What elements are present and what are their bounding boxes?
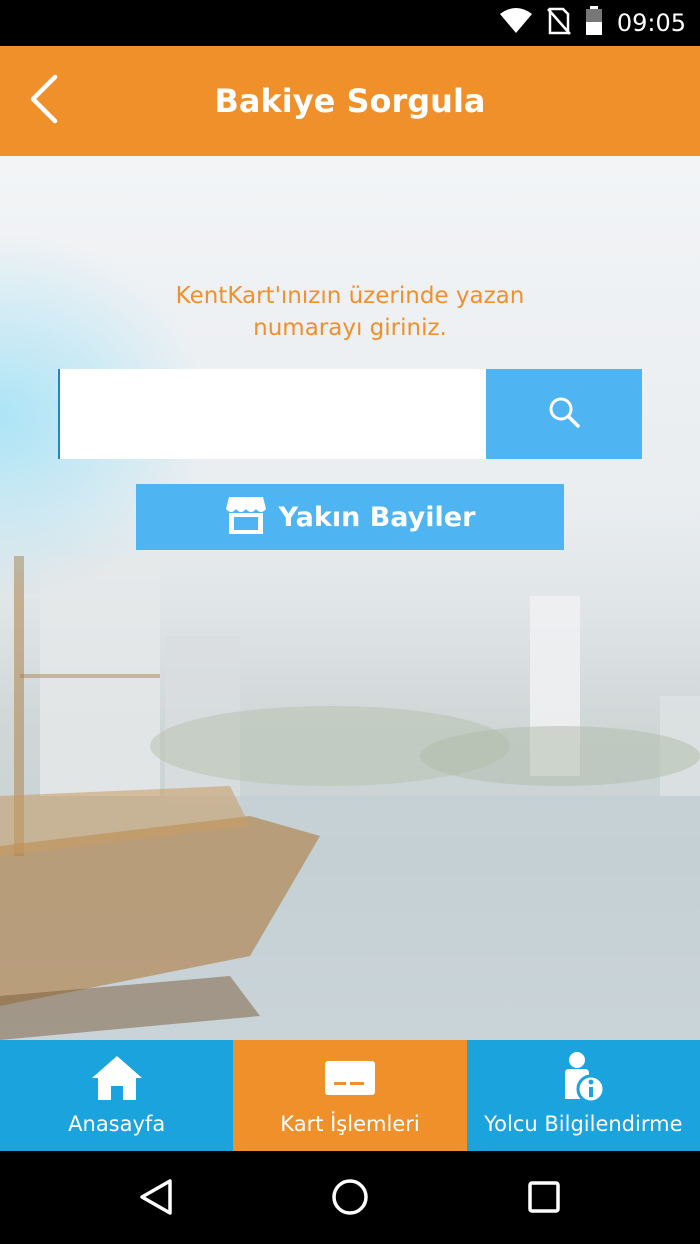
prompt-line-1: KentKart'ınızın üzerinde yazan (175, 283, 525, 309)
nav-label-card-operations: Kart İşlemleri (280, 1112, 420, 1136)
search-button[interactable] (486, 369, 642, 459)
system-home-button[interactable] (325, 1174, 375, 1224)
prompt-line-2: numarayı giriniz. (253, 315, 447, 341)
status-icons: 09:05 (499, 0, 686, 46)
battery-icon (585, 5, 603, 41)
system-navigation-bar (0, 1151, 700, 1244)
passenger-info-icon (467, 1052, 700, 1104)
nearby-dealers-label: Yakın Bayiler (278, 501, 476, 533)
main-content: KentKart'ınızın üzerinde yazan numarayı … (0, 156, 700, 1040)
search-icon (547, 395, 581, 434)
card-number-input[interactable] (58, 369, 486, 459)
wifi-icon (499, 7, 533, 39)
nav-label-home: Anasayfa (68, 1112, 166, 1136)
home-circle-icon (330, 1177, 370, 1222)
system-recents-button[interactable] (519, 1174, 569, 1224)
nearby-dealers-button[interactable]: Yakın Bayiler (136, 484, 564, 550)
bottom-navigation: Anasayfa Kart İşlemleri Yolcu Bilgilendi… (0, 1040, 700, 1151)
nav-item-passenger-info[interactable]: Yolcu Bilgilendirme (466, 1040, 700, 1151)
chevron-left-icon (27, 73, 61, 130)
home-icon (0, 1052, 233, 1104)
nav-item-home[interactable]: Anasayfa (0, 1040, 234, 1151)
status-time: 09:05 (616, 9, 686, 37)
card-icon (233, 1052, 466, 1104)
card-number-prompt: KentKart'ınızın üzerinde yazan numarayı … (120, 280, 580, 344)
system-back-button[interactable] (131, 1174, 181, 1224)
app-bar: Bakiye Sorgula (0, 46, 700, 156)
nav-item-card-operations[interactable]: Kart İşlemleri (233, 1040, 467, 1151)
page-title: Bakiye Sorgula (214, 82, 486, 120)
store-icon (225, 495, 267, 540)
recents-square-icon (527, 1180, 561, 1219)
status-bar: 09:05 (0, 0, 700, 46)
nav-label-passenger-info: Yolcu Bilgilendirme (484, 1112, 683, 1136)
back-button[interactable] (14, 66, 74, 136)
back-triangle-icon (139, 1178, 173, 1221)
no-sim-icon (546, 7, 571, 40)
